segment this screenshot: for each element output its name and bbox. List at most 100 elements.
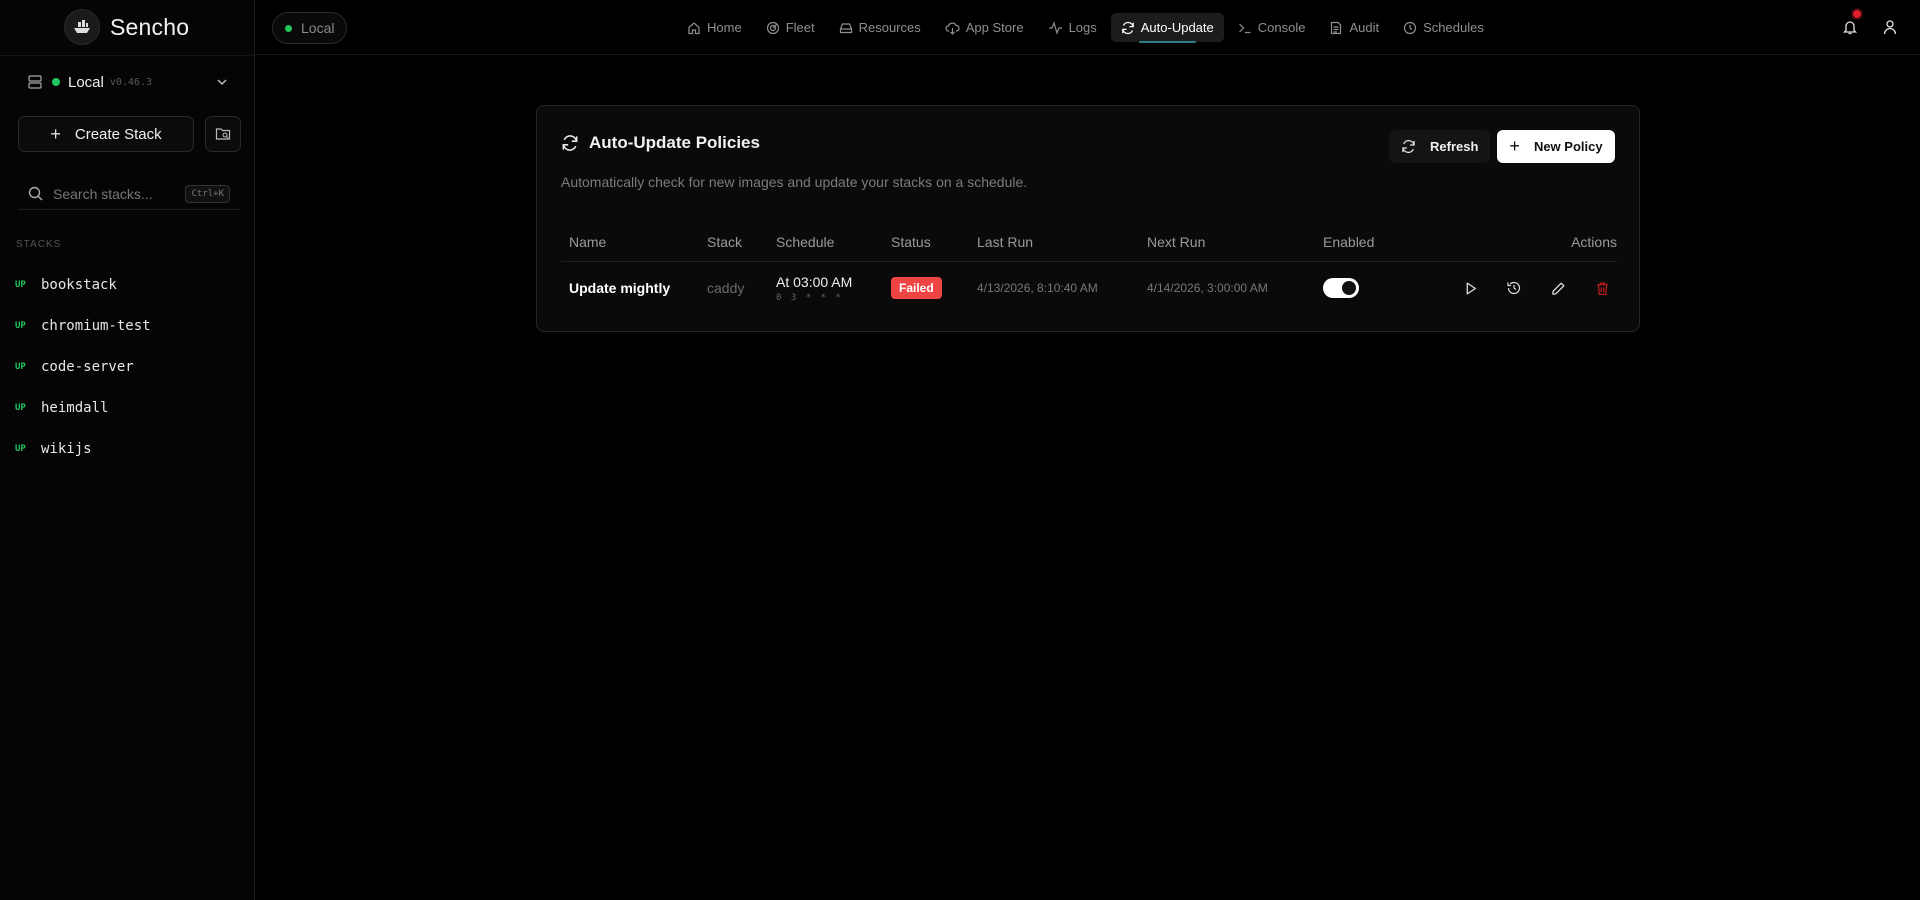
trash-icon bbox=[1596, 282, 1608, 295]
folder-search-icon bbox=[215, 128, 231, 140]
cloud-download-icon bbox=[945, 22, 960, 35]
home-icon bbox=[688, 21, 700, 34]
pencil-icon bbox=[1551, 282, 1564, 295]
column-header-schedule: Schedule bbox=[768, 224, 883, 262]
node-selector[interactable]: Local v0.46.3 bbox=[18, 64, 238, 100]
panel-title: Auto-Update Policies bbox=[561, 133, 760, 153]
policies-table: Name Stack Schedule Status Last Run Next… bbox=[561, 224, 1617, 315]
file-text-icon bbox=[1331, 21, 1342, 34]
column-header-next-run: Next Run bbox=[1139, 224, 1315, 262]
history-button[interactable] bbox=[1503, 277, 1525, 299]
user-menu-button[interactable] bbox=[1877, 14, 1903, 40]
stack-status: UP bbox=[15, 279, 26, 290]
folder-search-button[interactable] bbox=[205, 116, 241, 152]
column-header-last-run: Last Run bbox=[969, 224, 1139, 262]
sidebar: Sencho Local v0.46.3 + Create Stack Sear… bbox=[0, 0, 255, 900]
create-stack-button[interactable]: + Create Stack bbox=[18, 116, 194, 152]
edit-button[interactable] bbox=[1547, 277, 1569, 299]
node-version: v0.46.3 bbox=[109, 76, 153, 88]
refresh-icon bbox=[1402, 139, 1415, 154]
clock-icon bbox=[1404, 21, 1417, 34]
refresh-label: Refresh bbox=[1430, 139, 1479, 154]
schedule-description: At 03:00 AM bbox=[776, 273, 853, 290]
stack-name: chromium-test bbox=[41, 317, 151, 334]
policy-last-run: 4/13/2026, 8:10:40 AM bbox=[977, 281, 1098, 296]
environment-pill[interactable]: Local bbox=[272, 12, 348, 44]
stack-status: UP bbox=[15, 443, 26, 454]
plus-icon: + bbox=[50, 123, 61, 144]
terminal-icon bbox=[1238, 23, 1251, 33]
stack-name: heimdall bbox=[41, 399, 109, 416]
refresh-icon bbox=[562, 135, 578, 151]
nav-label: Home bbox=[707, 20, 742, 35]
nav-home[interactable]: Home bbox=[677, 13, 752, 42]
policy-enabled bbox=[1315, 261, 1435, 315]
stack-status: UP bbox=[15, 361, 26, 372]
brand[interactable]: Sencho bbox=[64, 9, 190, 45]
nav-label: Audit bbox=[1349, 20, 1380, 35]
new-policy-button[interactable]: + New Policy bbox=[1497, 130, 1615, 163]
new-policy-label: New Policy bbox=[1533, 139, 1603, 154]
nav-audit[interactable]: Audit bbox=[1319, 13, 1389, 42]
column-header-stack: Stack bbox=[699, 224, 768, 262]
enabled-toggle[interactable] bbox=[1323, 278, 1359, 299]
stack-item[interactable]: UP bookstack bbox=[0, 264, 255, 305]
stack-status: UP bbox=[15, 320, 26, 331]
column-header-status: Status bbox=[883, 224, 969, 262]
history-icon bbox=[1507, 282, 1521, 295]
delete-button[interactable] bbox=[1591, 277, 1613, 299]
schedule-cron: 0 3 * * * bbox=[776, 292, 843, 303]
refresh-icon bbox=[1121, 21, 1134, 34]
environment-label: Local bbox=[301, 20, 335, 36]
shortcut-hint: Ctrl+K bbox=[185, 184, 230, 203]
nav-label: Schedules bbox=[1423, 20, 1484, 35]
nav-fleet[interactable]: Fleet bbox=[756, 13, 825, 42]
policy-name: Update mightly bbox=[569, 280, 671, 297]
app-name: Sencho bbox=[110, 13, 190, 40]
create-stack-label: Create Stack bbox=[74, 125, 162, 143]
nav-label: Console bbox=[1257, 20, 1306, 35]
policy-schedule: At 03:00 AM 0 3 * * * bbox=[768, 261, 883, 315]
hard-drive-icon bbox=[839, 22, 852, 33]
search-stacks-input[interactable]: Search stacks... Ctrl+K bbox=[18, 178, 240, 210]
policy-status: Failed bbox=[883, 261, 969, 315]
chevron-down-icon bbox=[217, 79, 227, 86]
policy-stack: caddy bbox=[707, 280, 745, 297]
panel-subtitle: Automatically check for new images and u… bbox=[561, 174, 1028, 190]
main-nav: Home Fleet Resources App Store Logs Auto… bbox=[677, 13, 1498, 43]
stack-list: UP bookstack UP chromium-test UP code-serve… bbox=[0, 264, 255, 469]
table-row: Update mightly caddy At 03:00 AM 0 3 * *… bbox=[561, 261, 1617, 315]
column-header-actions: Actions bbox=[1435, 224, 1617, 262]
stack-item[interactable]: UP code-server bbox=[0, 346, 255, 387]
column-header-name: Name bbox=[561, 224, 699, 262]
nav-label: Resources bbox=[858, 20, 921, 35]
play-icon bbox=[1466, 282, 1476, 295]
stack-item[interactable]: UP chromium-test bbox=[0, 305, 255, 346]
search-icon bbox=[28, 186, 43, 201]
status-badge: Failed bbox=[891, 277, 942, 300]
stack-item[interactable]: UP wikijs bbox=[0, 428, 255, 469]
nav-app-store[interactable]: App Store bbox=[935, 13, 1034, 42]
nav-auto-update[interactable]: Auto-Update bbox=[1110, 13, 1224, 43]
stack-name: code-server bbox=[41, 358, 134, 375]
nav-resources[interactable]: Resources bbox=[829, 13, 931, 42]
policy-next-run: 4/14/2026, 3:00:00 AM bbox=[1147, 281, 1268, 296]
stack-item[interactable]: UP heimdall bbox=[0, 387, 255, 428]
table-header-row: Name Stack Schedule Status Last Run Next… bbox=[561, 224, 1617, 262]
stacks-section-header: STACKS bbox=[16, 239, 62, 250]
refresh-button[interactable]: Refresh bbox=[1389, 130, 1491, 163]
nav-label: App Store bbox=[965, 20, 1024, 35]
nav-console[interactable]: Console bbox=[1228, 13, 1316, 42]
auto-update-policies-panel: Auto-Update Policies Automatically check… bbox=[536, 105, 1640, 332]
node-status-dot bbox=[52, 78, 60, 86]
policy-actions bbox=[1435, 261, 1617, 315]
environment-status-dot bbox=[285, 24, 292, 32]
stack-name: bookstack bbox=[41, 276, 117, 293]
nav-logs[interactable]: Logs bbox=[1038, 13, 1107, 42]
run-now-button[interactable] bbox=[1459, 277, 1481, 299]
nav-schedules[interactable]: Schedules bbox=[1393, 13, 1494, 42]
radar-icon bbox=[766, 21, 779, 34]
nav-label: Logs bbox=[1068, 20, 1097, 35]
activity-icon bbox=[1048, 20, 1062, 35]
stack-status: UP bbox=[15, 402, 26, 413]
